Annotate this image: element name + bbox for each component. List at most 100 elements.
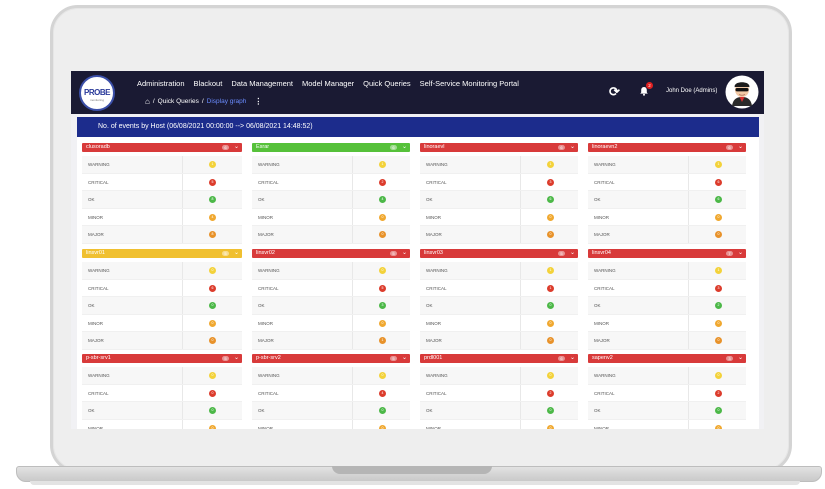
severity-row[interactable]: CRITICAL 5 — [82, 173, 242, 191]
severity-row[interactable]: CRITICAL 5 — [252, 279, 410, 297]
host-card-header[interactable]: p-sbr-srv2 5 ⌄ — [252, 354, 410, 363]
severity-row[interactable]: MAJOR 0 — [420, 226, 578, 244]
severity-row[interactable]: MINOR 0 — [588, 314, 746, 332]
severity-row[interactable]: WARNING 1 — [588, 262, 746, 280]
host-card-header[interactable]: p-sbr-srv1 5 ⌄ — [82, 354, 242, 363]
severity-row[interactable]: OK 2 — [588, 297, 746, 315]
severity-row[interactable]: OK 6 — [420, 191, 578, 209]
row-divider — [352, 332, 353, 349]
severity-row[interactable]: CRITICAL 6 — [588, 173, 746, 191]
menu-item-self-service[interactable]: Self-Service Monitoring Portal — [420, 79, 519, 88]
host-card-header[interactable]: sapenv2 3 ⌄ — [588, 354, 746, 363]
severity-row[interactable]: CRITICAL 3 — [420, 173, 578, 191]
severity-row[interactable]: MINOR 0 — [252, 419, 410, 429]
severity-row[interactable]: OK 3 — [252, 297, 410, 315]
severity-row[interactable]: WARNING 1 — [420, 156, 578, 174]
severity-row[interactable]: MINOR 0 — [588, 208, 746, 226]
severity-row[interactable]: WARNING 0 — [252, 262, 410, 280]
menu-item-model-manager[interactable]: Model Manager — [302, 79, 354, 88]
severity-row[interactable]: OK 0 — [420, 402, 578, 420]
severity-row[interactable]: MAJOR 1 — [252, 332, 410, 350]
menu-item-administration[interactable]: Administration — [137, 79, 185, 88]
menu-item-quick-queries[interactable]: Quick Queries — [363, 79, 411, 88]
severity-row[interactable]: WARNING 1 — [588, 156, 746, 174]
chevron-down-icon[interactable]: ⌄ — [234, 354, 239, 363]
severity-row[interactable]: OK 0 — [82, 402, 242, 420]
breadcrumb-quick-queries[interactable]: Quick Queries — [158, 98, 199, 105]
severity-row[interactable]: CRITICAL 2 — [588, 384, 746, 402]
chevron-down-icon[interactable]: ⌄ — [570, 143, 575, 152]
host-card-header[interactable]: linsvr02 5 ⌄ — [252, 249, 410, 258]
chevron-down-icon[interactable]: ⌄ — [570, 249, 575, 258]
severity-row[interactable]: OK 0 — [420, 297, 578, 315]
chevron-down-icon[interactable]: ⌄ — [738, 143, 743, 152]
severity-row[interactable]: MINOR 0 — [252, 314, 410, 332]
severity-row[interactable]: MINOR 4 — [82, 208, 242, 226]
refresh-icon[interactable]: ⟳ — [609, 85, 620, 98]
severity-row[interactable]: OK 6 — [588, 191, 746, 209]
host-card-header[interactable]: linsvr03 5 ⌄ — [420, 249, 578, 258]
severity-row[interactable]: CRITICAL 3 — [588, 279, 746, 297]
avatar[interactable] — [725, 75, 759, 109]
severity-label: MINOR — [258, 320, 273, 326]
user-name[interactable]: John Doe (Admins) — [666, 88, 717, 94]
severity-row[interactable]: MINOR 0 — [82, 314, 242, 332]
severity-row[interactable]: OK 4 — [252, 191, 410, 209]
severity-row[interactable]: WARNING 1 — [82, 156, 242, 174]
menu-item-blackout[interactable]: Blackout — [194, 79, 223, 88]
more-options-icon[interactable]: ⋮ — [254, 97, 262, 106]
severity-row[interactable]: CRITICAL 2 — [252, 173, 410, 191]
severity-label: MINOR — [88, 214, 103, 220]
severity-row[interactable]: WARNING 0 — [252, 367, 410, 385]
chevron-down-icon[interactable]: ⌄ — [738, 354, 743, 363]
host-card-header[interactable]: linsvr01 5 ⌄ — [82, 249, 242, 258]
severity-row[interactable]: CRITICAL 6 — [82, 279, 242, 297]
host-card-header[interactable]: Esrar 6 ⌄ — [252, 143, 410, 152]
severity-row[interactable]: MINOR 0 — [420, 419, 578, 429]
chevron-down-icon[interactable]: ⌄ — [234, 143, 239, 152]
severity-row[interactable]: WARNING 1 — [420, 262, 578, 280]
severity-row[interactable]: WARNING 0 — [82, 367, 242, 385]
severity-row[interactable]: MINOR 0 — [588, 419, 746, 429]
host-card-header[interactable]: linoraevl 6 ⌄ — [420, 143, 578, 152]
severity-row[interactable]: CRITICAL 2 — [420, 384, 578, 402]
home-icon[interactable]: ⌂ — [145, 97, 150, 106]
logo[interactable]: PROBE monitoring — [79, 75, 115, 111]
chevron-down-icon[interactable]: ⌄ — [402, 143, 407, 152]
severity-row[interactable]: MINOR 0 — [82, 419, 242, 429]
severity-row[interactable]: MINOR 0 — [252, 208, 410, 226]
chevron-down-icon[interactable]: ⌄ — [738, 249, 743, 258]
host-card-header[interactable]: linoraevn2 6 ⌄ — [588, 143, 746, 152]
severity-row[interactable]: MAJOR 8 — [82, 226, 242, 244]
severity-row[interactable]: MINOR 0 — [420, 314, 578, 332]
severity-row[interactable]: OK 8 — [82, 191, 242, 209]
menu-item-data-management[interactable]: Data Management — [231, 79, 293, 88]
severity-row[interactable]: MAJOR 0 — [588, 226, 746, 244]
severity-row[interactable]: MAJOR 0 — [82, 332, 242, 350]
severity-row[interactable]: CRITICAL 0 — [82, 384, 242, 402]
severity-row[interactable]: WARNING 0 — [420, 367, 578, 385]
chevron-down-icon[interactable]: ⌄ — [570, 354, 575, 363]
chevron-down-icon[interactable]: ⌄ — [234, 249, 239, 258]
host-card-header[interactable]: clusoradb 6 ⌄ — [82, 143, 242, 152]
chevron-down-icon[interactable]: ⌄ — [402, 249, 407, 258]
host-card-header[interactable]: linsvr04 7 ⌄ — [588, 249, 746, 258]
severity-row[interactable]: MINOR 0 — [420, 208, 578, 226]
severity-row[interactable]: OK 0 — [252, 402, 410, 420]
row-divider — [182, 226, 183, 243]
severity-row[interactable]: MAJOR 0 — [420, 332, 578, 350]
severity-row[interactable]: WARNING 0 — [588, 367, 746, 385]
row-divider — [352, 156, 353, 173]
severity-row[interactable]: CRITICAL 4 — [252, 384, 410, 402]
severity-row[interactable]: MAJOR 0 — [252, 226, 410, 244]
row-divider — [182, 419, 183, 429]
severity-row[interactable]: MAJOR 0 — [588, 332, 746, 350]
host-card-header[interactable]: prdl001 6 ⌄ — [420, 354, 578, 363]
severity-row[interactable]: OK 0 — [588, 402, 746, 420]
severity-row[interactable]: WARNING 1 — [252, 156, 410, 174]
severity-row[interactable]: OK 0 — [82, 297, 242, 315]
host-count-badge: 7 — [726, 251, 733, 256]
severity-row[interactable]: WARNING 0 — [82, 262, 242, 280]
severity-row[interactable]: CRITICAL 1 — [420, 279, 578, 297]
chevron-down-icon[interactable]: ⌄ — [402, 354, 407, 363]
